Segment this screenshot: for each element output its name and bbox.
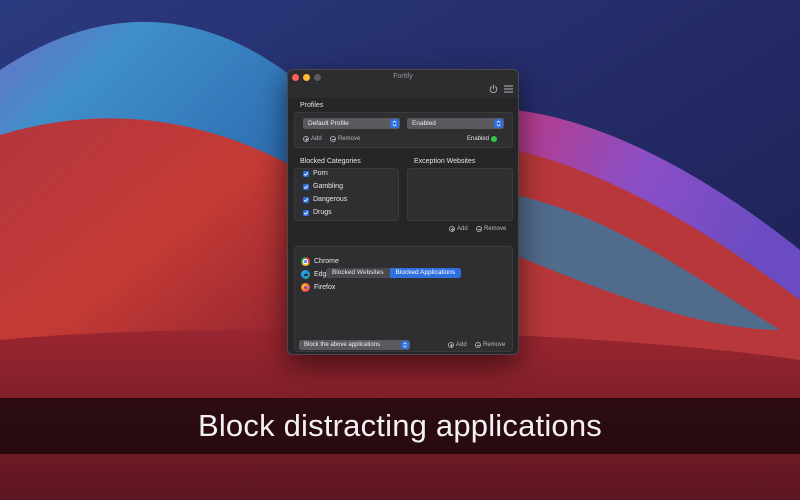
edge-icon (301, 270, 310, 279)
add-application-label: Add (456, 342, 467, 348)
window-title: Fortify (393, 73, 413, 80)
add-icon (449, 226, 455, 232)
profile-select-value: Default Profile (308, 120, 349, 127)
remove-application-button[interactable]: Remove (475, 342, 505, 348)
remove-icon (330, 136, 336, 142)
profiles-group: Default Profile Enabled Add Remove Enabl… (294, 112, 513, 148)
remove-profile-button[interactable]: Remove (330, 136, 360, 142)
checkbox-icon[interactable] (303, 196, 309, 203)
firefox-icon (301, 283, 310, 292)
category-label: Drugs (313, 209, 332, 216)
tab-blocked-websites[interactable]: Blocked Websites (326, 268, 390, 278)
blocked-apps-panel: Chrome Edge Firefox Block the above appl… (294, 246, 513, 352)
app-row-firefox[interactable]: Firefox (301, 283, 335, 292)
add-icon (448, 342, 454, 348)
status-indicator-icon (491, 136, 498, 142)
app-row-chrome[interactable]: Chrome (301, 257, 339, 266)
tab-control: Blocked Websites Blocked Applications (326, 268, 462, 278)
caption-banner: Block distracting applications (0, 398, 800, 454)
category-row-drugs[interactable]: Drugs (303, 209, 332, 216)
title-bar[interactable]: Fortify (288, 70, 518, 98)
checkbox-icon[interactable] (303, 209, 309, 216)
power-icon[interactable] (488, 84, 499, 94)
category-label: Porn (313, 170, 328, 177)
remove-profile-label: Remove (338, 136, 361, 142)
category-label: Dangerous (313, 196, 348, 203)
chrome-icon (301, 257, 310, 266)
category-row-dangerous[interactable]: Dangerous (303, 196, 347, 203)
app-name: Firefox (314, 284, 336, 291)
checkbox-icon[interactable] (303, 170, 309, 177)
select-arrows-icon (390, 119, 399, 128)
blocked-categories-list: Porn Gambling Dangerous Drugs (294, 168, 399, 221)
fortify-window: Fortify Profiles Default Profile Enabled (287, 69, 519, 355)
caption-text: Block distracting applications (197, 408, 603, 443)
remove-icon (476, 226, 482, 232)
checkbox-icon[interactable] (303, 183, 309, 190)
profile-state-select[interactable]: Enabled (407, 118, 504, 129)
add-profile-button[interactable]: Add (303, 136, 322, 142)
add-icon (303, 136, 309, 142)
block-mode-select[interactable]: Block the above applications (299, 340, 410, 350)
profiles-label: Profiles (300, 102, 324, 109)
select-arrows-icon (401, 341, 409, 349)
app-name: Chrome (314, 258, 339, 265)
remove-exception-button[interactable]: Remove (476, 226, 506, 232)
category-row-porn[interactable]: Porn (303, 170, 328, 177)
menu-icon[interactable] (503, 84, 514, 94)
select-arrows-icon (494, 119, 503, 128)
exception-websites-list[interactable] (407, 168, 513, 221)
profile-state-value: Enabled (412, 120, 436, 127)
add-exception-button[interactable]: Add (449, 226, 468, 232)
blocked-categories-label: Blocked Categories (300, 158, 361, 165)
category-row-gambling[interactable]: Gambling (303, 183, 343, 190)
tab-blocked-applications[interactable]: Blocked Applications (389, 268, 462, 278)
add-exception-label: Add (457, 226, 468, 232)
window-content: Profiles Default Profile Enabled Add Rem… (288, 98, 518, 354)
exception-websites-label: Exception Websites (414, 158, 476, 165)
remove-application-label: Remove (483, 342, 506, 348)
category-label: Gambling (313, 183, 343, 190)
remove-icon (475, 342, 481, 348)
add-application-button[interactable]: Add (448, 342, 467, 348)
remove-exception-label: Remove (484, 226, 507, 232)
block-mode-value: Block the above applications (304, 342, 381, 348)
profile-status: Enabled (467, 136, 498, 142)
add-profile-label: Add (311, 136, 322, 142)
profile-select[interactable]: Default Profile (303, 118, 400, 129)
profile-status-label: Enabled (467, 136, 490, 142)
